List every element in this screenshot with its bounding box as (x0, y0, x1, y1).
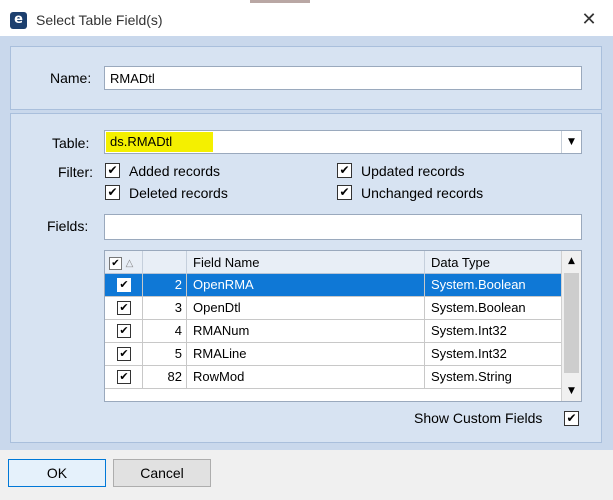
row-field-name: RowMod (187, 366, 425, 388)
added-records-checkbox[interactable]: ✔ (105, 163, 120, 178)
grid-vertical-scrollbar[interactable]: ▲ ▼ (561, 251, 581, 401)
table-row[interactable]: ✔ 82 RowMod System.String (105, 366, 563, 389)
scroll-down-icon[interactable]: ▼ (562, 381, 581, 401)
dropdown-arrow-icon[interactable]: ▼ (561, 131, 581, 153)
table-row[interactable]: ✔ 3 OpenDtl System.Boolean (105, 297, 563, 320)
row-data-type: System.Boolean (425, 274, 563, 296)
row-check-cell: ✔ (105, 297, 143, 319)
header-index[interactable] (143, 251, 187, 274)
header-select-all[interactable]: ✔ △ (105, 251, 143, 274)
header-field-name[interactable]: Field Name (187, 251, 425, 274)
window-title: Select Table Field(s) (36, 12, 163, 28)
grid-header: ✔ △ Field Name Data Type (105, 251, 563, 274)
row-field-name: OpenRMA (187, 274, 425, 296)
fields-label: Fields: (47, 218, 89, 234)
row-index: 82 (143, 366, 187, 388)
name-input[interactable]: RMADtl (104, 66, 582, 90)
title-bar: e Select Table Field(s) ✕ (0, 4, 613, 36)
ok-button[interactable]: OK (8, 459, 106, 487)
close-icon[interactable]: ✕ (577, 8, 601, 32)
row-data-type: System.Int32 (425, 343, 563, 365)
row-data-type: System.Boolean (425, 297, 563, 319)
top-strip-mark (250, 0, 310, 3)
show-custom-fields-checkbox[interactable]: ✔ (564, 411, 579, 426)
cancel-button[interactable]: Cancel (113, 459, 211, 487)
row-index: 3 (143, 297, 187, 319)
row-checkbox[interactable]: ✔ (117, 301, 131, 315)
row-check-cell: ✔ (105, 274, 143, 296)
app-logo-icon: e (10, 12, 27, 29)
added-records-label: Added records (129, 163, 221, 179)
updated-records-label: Updated records (361, 163, 465, 179)
scroll-thumb[interactable] (564, 273, 579, 373)
row-data-type: System.String (425, 366, 563, 388)
row-index: 5 (143, 343, 187, 365)
table-label: Table: (52, 135, 90, 151)
deleted-records-checkbox[interactable]: ✔ (105, 185, 120, 200)
name-label: Name: (50, 70, 92, 86)
row-index: 4 (143, 320, 187, 342)
row-check-cell: ✔ (105, 366, 143, 388)
updated-records-checkbox[interactable]: ✔ (337, 163, 352, 178)
select-all-checkbox[interactable]: ✔ (109, 257, 122, 271)
row-checkbox[interactable]: ✔ (117, 324, 131, 338)
row-checkbox[interactable]: ✔ (117, 347, 131, 361)
row-check-cell: ✔ (105, 320, 143, 342)
row-checkbox[interactable]: ✔ (117, 278, 131, 292)
table-row[interactable]: ✔ 4 RMANum System.Int32 (105, 320, 563, 343)
row-data-type: System.Int32 (425, 320, 563, 342)
fields-search-input[interactable] (104, 214, 582, 240)
row-field-name: RMANum (187, 320, 425, 342)
unchanged-records-checkbox[interactable]: ✔ (337, 185, 352, 200)
table-dropdown-value: ds.RMADtl (106, 132, 213, 152)
table-dropdown[interactable]: ds.RMADtl ▼ (104, 130, 582, 154)
show-custom-fields-label: Show Custom Fields (414, 410, 543, 426)
filter-label: Filter: (58, 164, 93, 180)
sort-indicator-icon: △ (125, 258, 134, 270)
unchanged-records-label: Unchanged records (361, 185, 484, 201)
row-index: 2 (143, 274, 187, 296)
row-check-cell: ✔ (105, 343, 143, 365)
row-field-name: OpenDtl (187, 297, 425, 319)
deleted-records-label: Deleted records (129, 185, 228, 201)
scroll-up-icon[interactable]: ▲ (562, 251, 581, 271)
row-checkbox[interactable]: ✔ (117, 370, 131, 384)
table-row[interactable]: ✔ 5 RMALine System.Int32 (105, 343, 563, 366)
header-data-type[interactable]: Data Type (425, 251, 563, 274)
row-field-name: RMALine (187, 343, 425, 365)
fields-grid: ✔ △ Field Name Data Type ✔ 2 OpenRMA Sys… (104, 250, 582, 402)
table-row[interactable]: ✔ 2 OpenRMA System.Boolean (105, 274, 563, 297)
